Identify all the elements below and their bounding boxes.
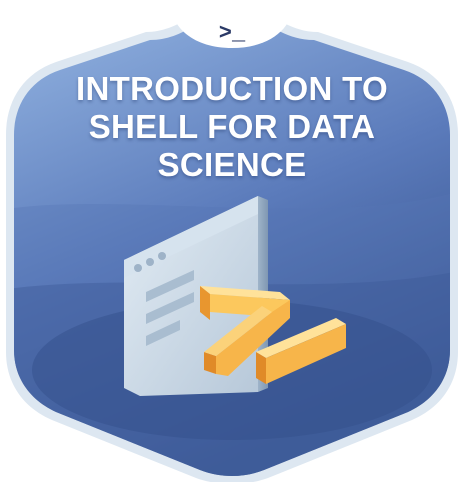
badge-title-line: SHELL FOR DATA	[88, 108, 376, 145]
course-badge: >_ INTRODUCTION TO SHELL FOR DATA SCIENCE	[0, 0, 464, 482]
badge-title-line: SCIENCE	[157, 146, 307, 183]
badge-title-line: INTRODUCTION TO	[76, 70, 388, 107]
prompt-glyph-icon: >_	[218, 21, 246, 46]
badge-title: INTRODUCTION TO SHELL FOR DATA SCIENCE	[0, 70, 464, 184]
